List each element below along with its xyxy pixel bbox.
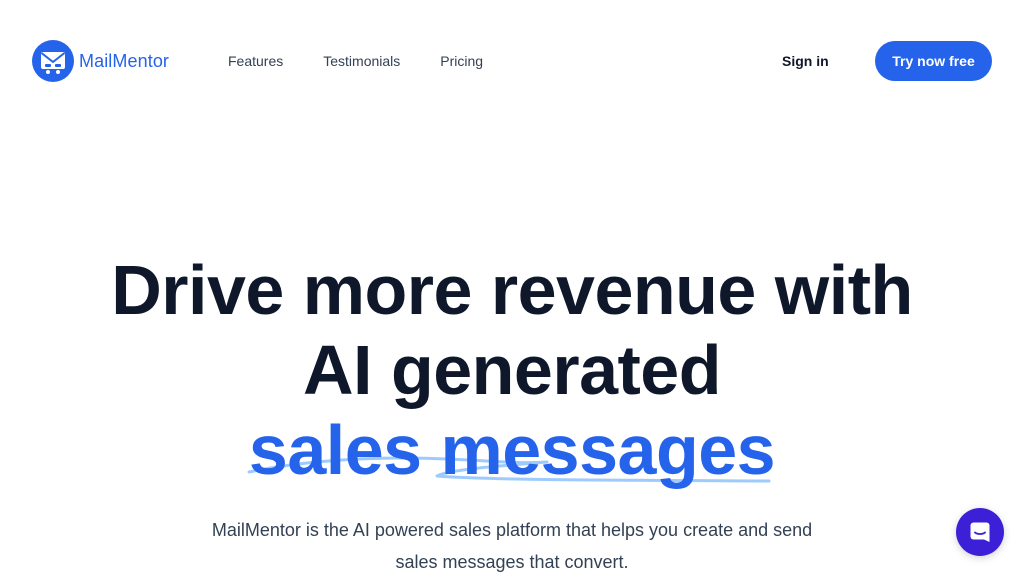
hero-accent-text: sales messages	[248, 411, 776, 489]
nav-link-features[interactable]: Features	[228, 52, 283, 70]
hero-accent: sales messages	[247, 410, 776, 490]
chat-launcher-button[interactable]	[956, 508, 1004, 556]
hero-subtitle-line-2: sales messages that convert.	[395, 552, 629, 572]
hero-title: Drive more revenue with AI generated sal…	[0, 250, 1024, 490]
nav-link-testimonials[interactable]: Testimonials	[323, 52, 400, 70]
try-now-free-button[interactable]: Try now free	[875, 41, 992, 81]
hero-title-line-3: sales messages	[0, 410, 1024, 490]
sign-in-link[interactable]: Sign in	[782, 52, 829, 70]
hero-subtitle: MailMentor is the AI powered sales platf…	[0, 514, 1024, 576]
brand-logo-link[interactable]: MailMentor	[32, 40, 169, 82]
hero-title-line-2: AI generated	[303, 331, 722, 409]
landing-page: MailMentor Features Testimonials Pricing…	[0, 0, 1024, 576]
site-header: MailMentor Features Testimonials Pricing…	[0, 0, 1024, 122]
chat-icon	[970, 522, 990, 542]
hero-title-line-1: Drive more revenue with	[111, 251, 913, 329]
envelope-icon	[32, 40, 74, 82]
main-nav: Features Testimonials Pricing	[228, 52, 523, 70]
hero-subtitle-line-1: MailMentor is the AI powered sales platf…	[211, 520, 813, 540]
brand-name: MailMentor	[79, 50, 170, 71]
nav-link-pricing[interactable]: Pricing	[440, 52, 483, 70]
